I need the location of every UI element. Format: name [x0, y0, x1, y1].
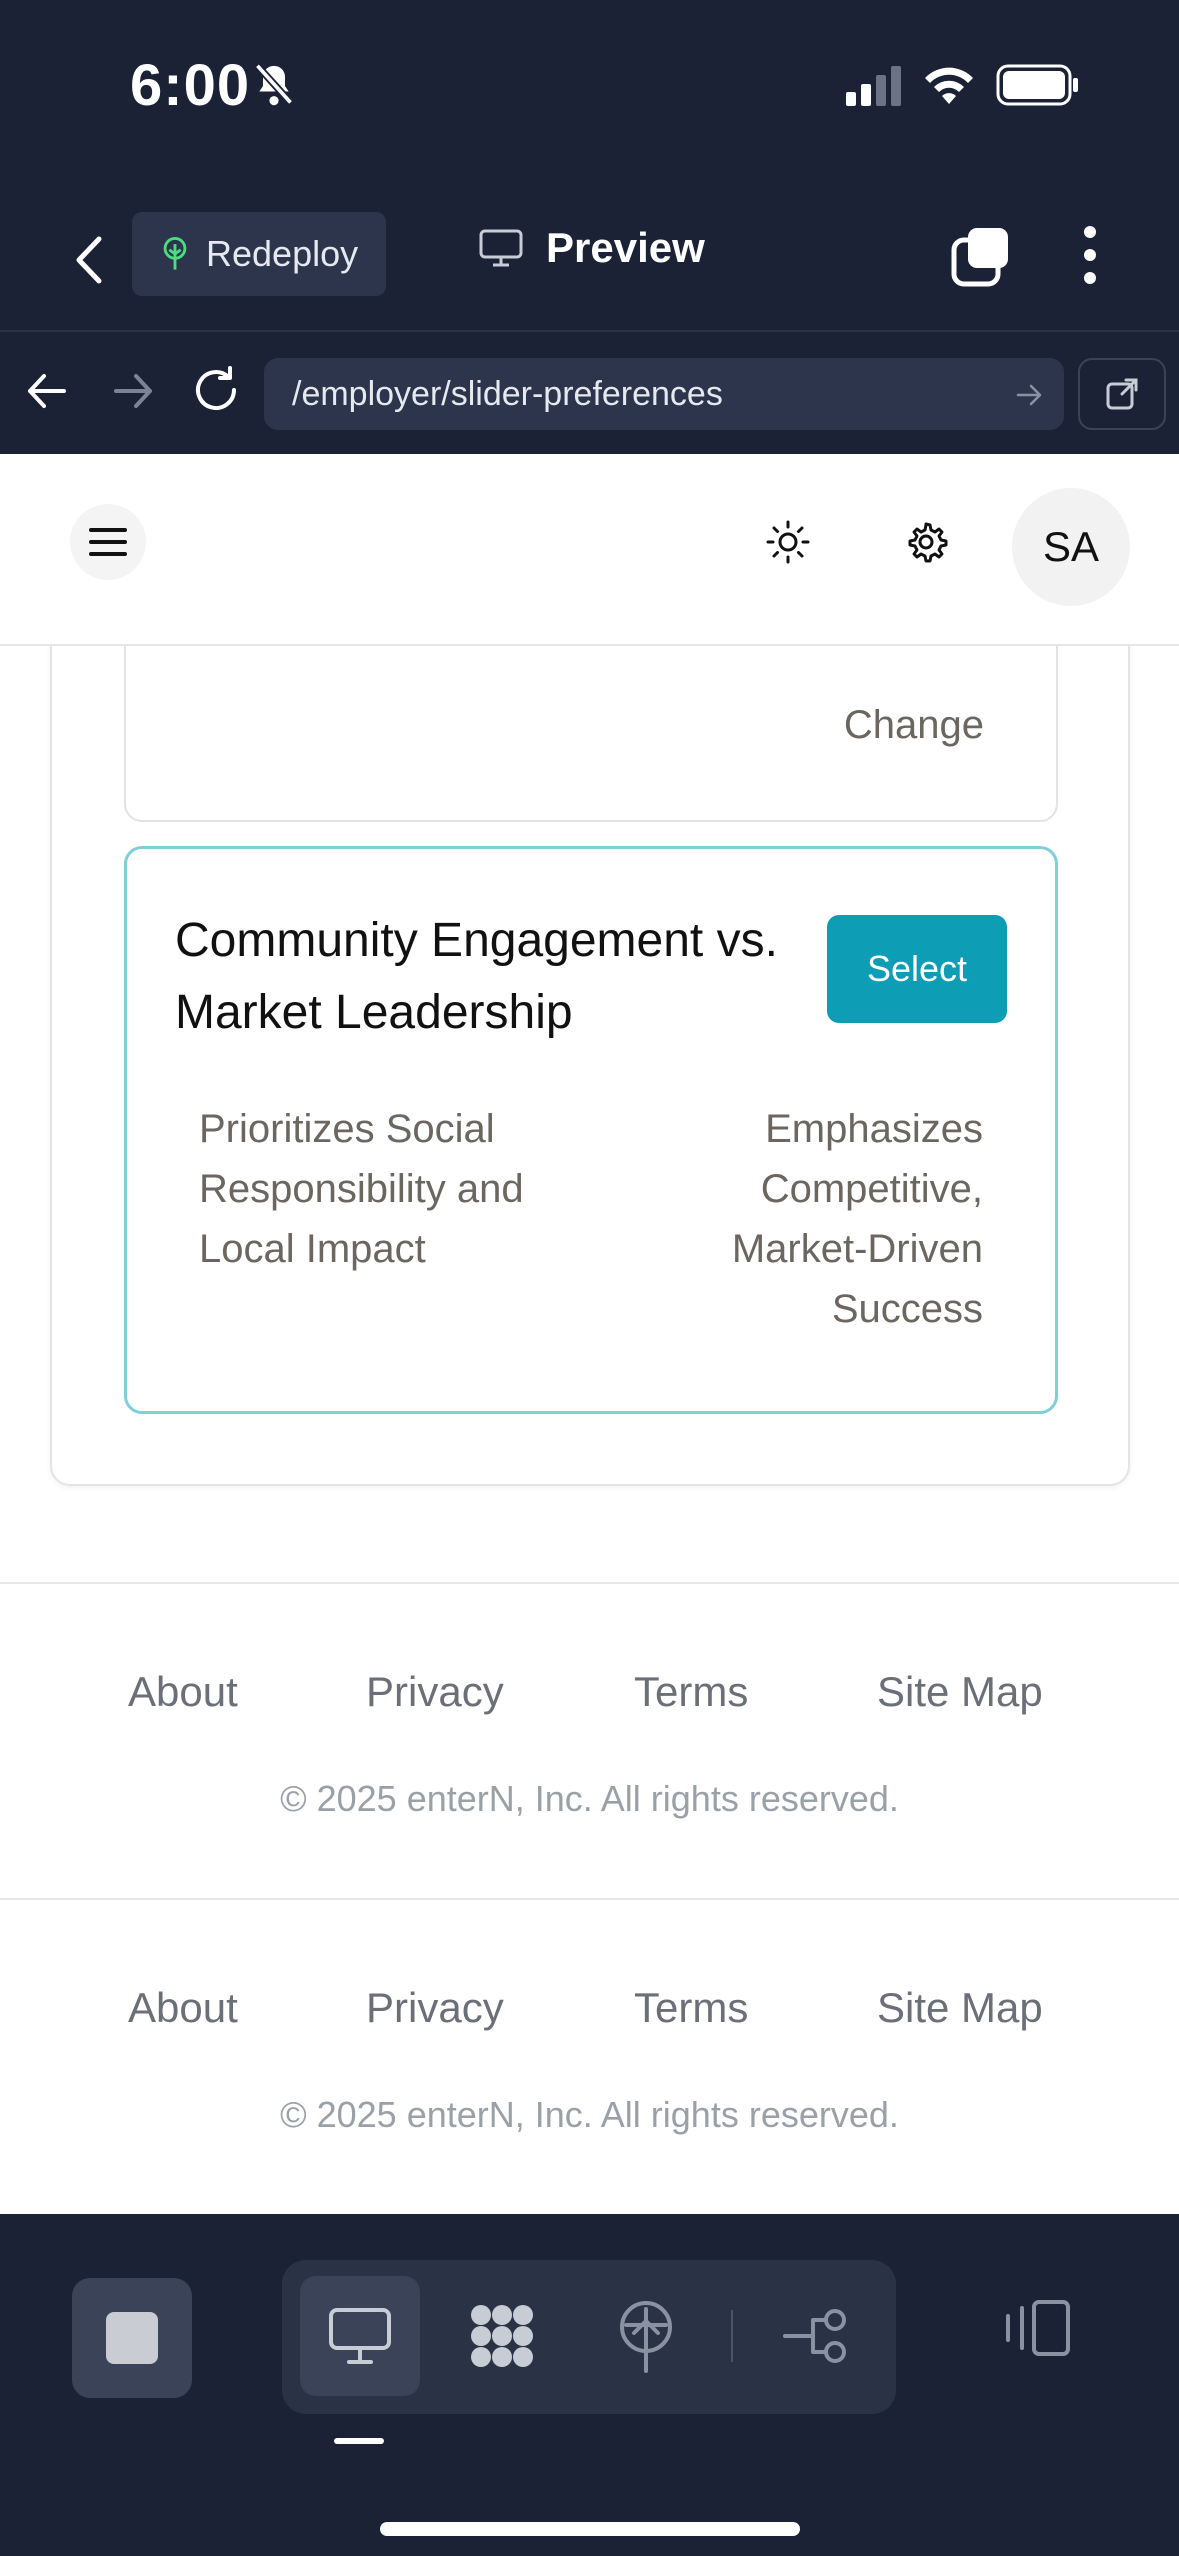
- footer: About Privacy Terms Site Map © 2025 ente…: [0, 1582, 1179, 1898]
- tabs-icon[interactable]: [950, 226, 1012, 293]
- flow-button[interactable]: [756, 2276, 876, 2396]
- slider-right-label: Emphasizes Competitive, Market-Driven Su…: [731, 1107, 983, 1331]
- arrow-right-icon[interactable]: [108, 366, 158, 421]
- preferences-card: Change Community Engagement vs. Market L…: [50, 516, 1130, 1486]
- footer-link-privacy[interactable]: Privacy: [366, 1984, 504, 2032]
- monitor-icon: [479, 229, 523, 267]
- reload-icon[interactable]: [190, 364, 242, 421]
- gear-icon: [908, 522, 948, 563]
- slider-title: Community Engagement vs. Market Leadersh…: [175, 914, 778, 1039]
- footer-link-site-map[interactable]: Site Map: [877, 1984, 1043, 2032]
- back-button[interactable]: [60, 230, 120, 290]
- redeploy-label: Redeploy: [206, 233, 359, 274]
- dots-grid-icon: [471, 2305, 533, 2367]
- avatar[interactable]: SA: [1012, 488, 1130, 606]
- preview-label: Preview: [546, 224, 705, 271]
- redeploy-button[interactable]: Redeploy: [132, 212, 386, 296]
- more-vertical-icon[interactable]: [1070, 220, 1110, 290]
- url-field[interactable]: /employer/slider-preferences: [264, 358, 1064, 430]
- battery-icon: [996, 64, 1080, 111]
- wifi-icon: [922, 62, 976, 111]
- deploy-button[interactable]: [586, 2276, 706, 2396]
- status-time: 6:00: [130, 53, 251, 118]
- active-tab-indicator: [334, 2438, 384, 2444]
- arrow-left-icon[interactable]: [22, 366, 72, 421]
- view-mode-group: [282, 2260, 896, 2414]
- slider-card: Community Engagement vs. Market Leadersh…: [124, 846, 1058, 1414]
- url-text: /employer/slider-preferences: [292, 374, 723, 413]
- desktop-view-button[interactable]: [300, 2276, 420, 2396]
- go-arrow-icon[interactable]: [1014, 380, 1044, 419]
- sun-icon: [766, 520, 810, 564]
- flow-icon: [783, 2309, 846, 2363]
- stop-button[interactable]: [72, 2278, 192, 2398]
- footer-link-about[interactable]: About: [128, 1984, 238, 2032]
- footer-link-terms[interactable]: Terms: [634, 1668, 748, 1716]
- footer-link-privacy[interactable]: Privacy: [366, 1668, 504, 1716]
- panel-icon[interactable]: [1000, 2298, 1074, 2363]
- status-bar: 6:00: [0, 0, 1179, 190]
- footer-link-about[interactable]: About: [128, 1668, 238, 1716]
- footer-copyright: © 2025 enterN, Inc. All rights reserved.: [280, 1778, 899, 1819]
- app-toolbar: Redeploy Preview: [0, 190, 1179, 330]
- web-page: SA Change Community Engagement vs. Marke…: [0, 454, 1179, 2214]
- components-button[interactable]: [442, 2276, 562, 2396]
- footer: About Privacy Terms Site Map © 2025 ente…: [0, 1898, 1179, 2214]
- bottom-toolbar: [0, 2214, 1179, 2556]
- deploy-icon: [620, 2301, 672, 2373]
- tree-icon: [163, 237, 187, 270]
- external-link-button[interactable]: [1078, 358, 1166, 430]
- menu-icon: [89, 528, 127, 556]
- desktop-icon: [329, 2308, 391, 2364]
- settings-button[interactable]: [886, 502, 966, 582]
- browser-url-row: /employer/slider-preferences: [0, 330, 1179, 454]
- select-button[interactable]: Select: [827, 915, 1007, 1023]
- footer-link-site-map[interactable]: Site Map: [877, 1668, 1043, 1716]
- toolbar-divider: [731, 2310, 733, 2362]
- slider-left-label: Prioritizes Social Responsibility and Lo…: [199, 1107, 524, 1271]
- external-link-icon: [1106, 378, 1138, 410]
- previous-card-right-label: Change: [843, 703, 984, 747]
- signal-icon: [846, 66, 904, 111]
- home-indicator: [380, 2522, 800, 2536]
- bell-slash-icon: [252, 62, 296, 115]
- site-header: SA: [0, 454, 1179, 646]
- footer-link-terms[interactable]: Terms: [634, 1984, 748, 2032]
- preview-button[interactable]: Preview: [478, 224, 705, 272]
- theme-toggle-button[interactable]: [748, 502, 828, 582]
- stop-icon: [106, 2312, 158, 2364]
- chevron-left-icon: [76, 236, 102, 284]
- menu-button[interactable]: [70, 504, 146, 580]
- footer-copyright: © 2025 enterN, Inc. All rights reserved.: [280, 2094, 899, 2135]
